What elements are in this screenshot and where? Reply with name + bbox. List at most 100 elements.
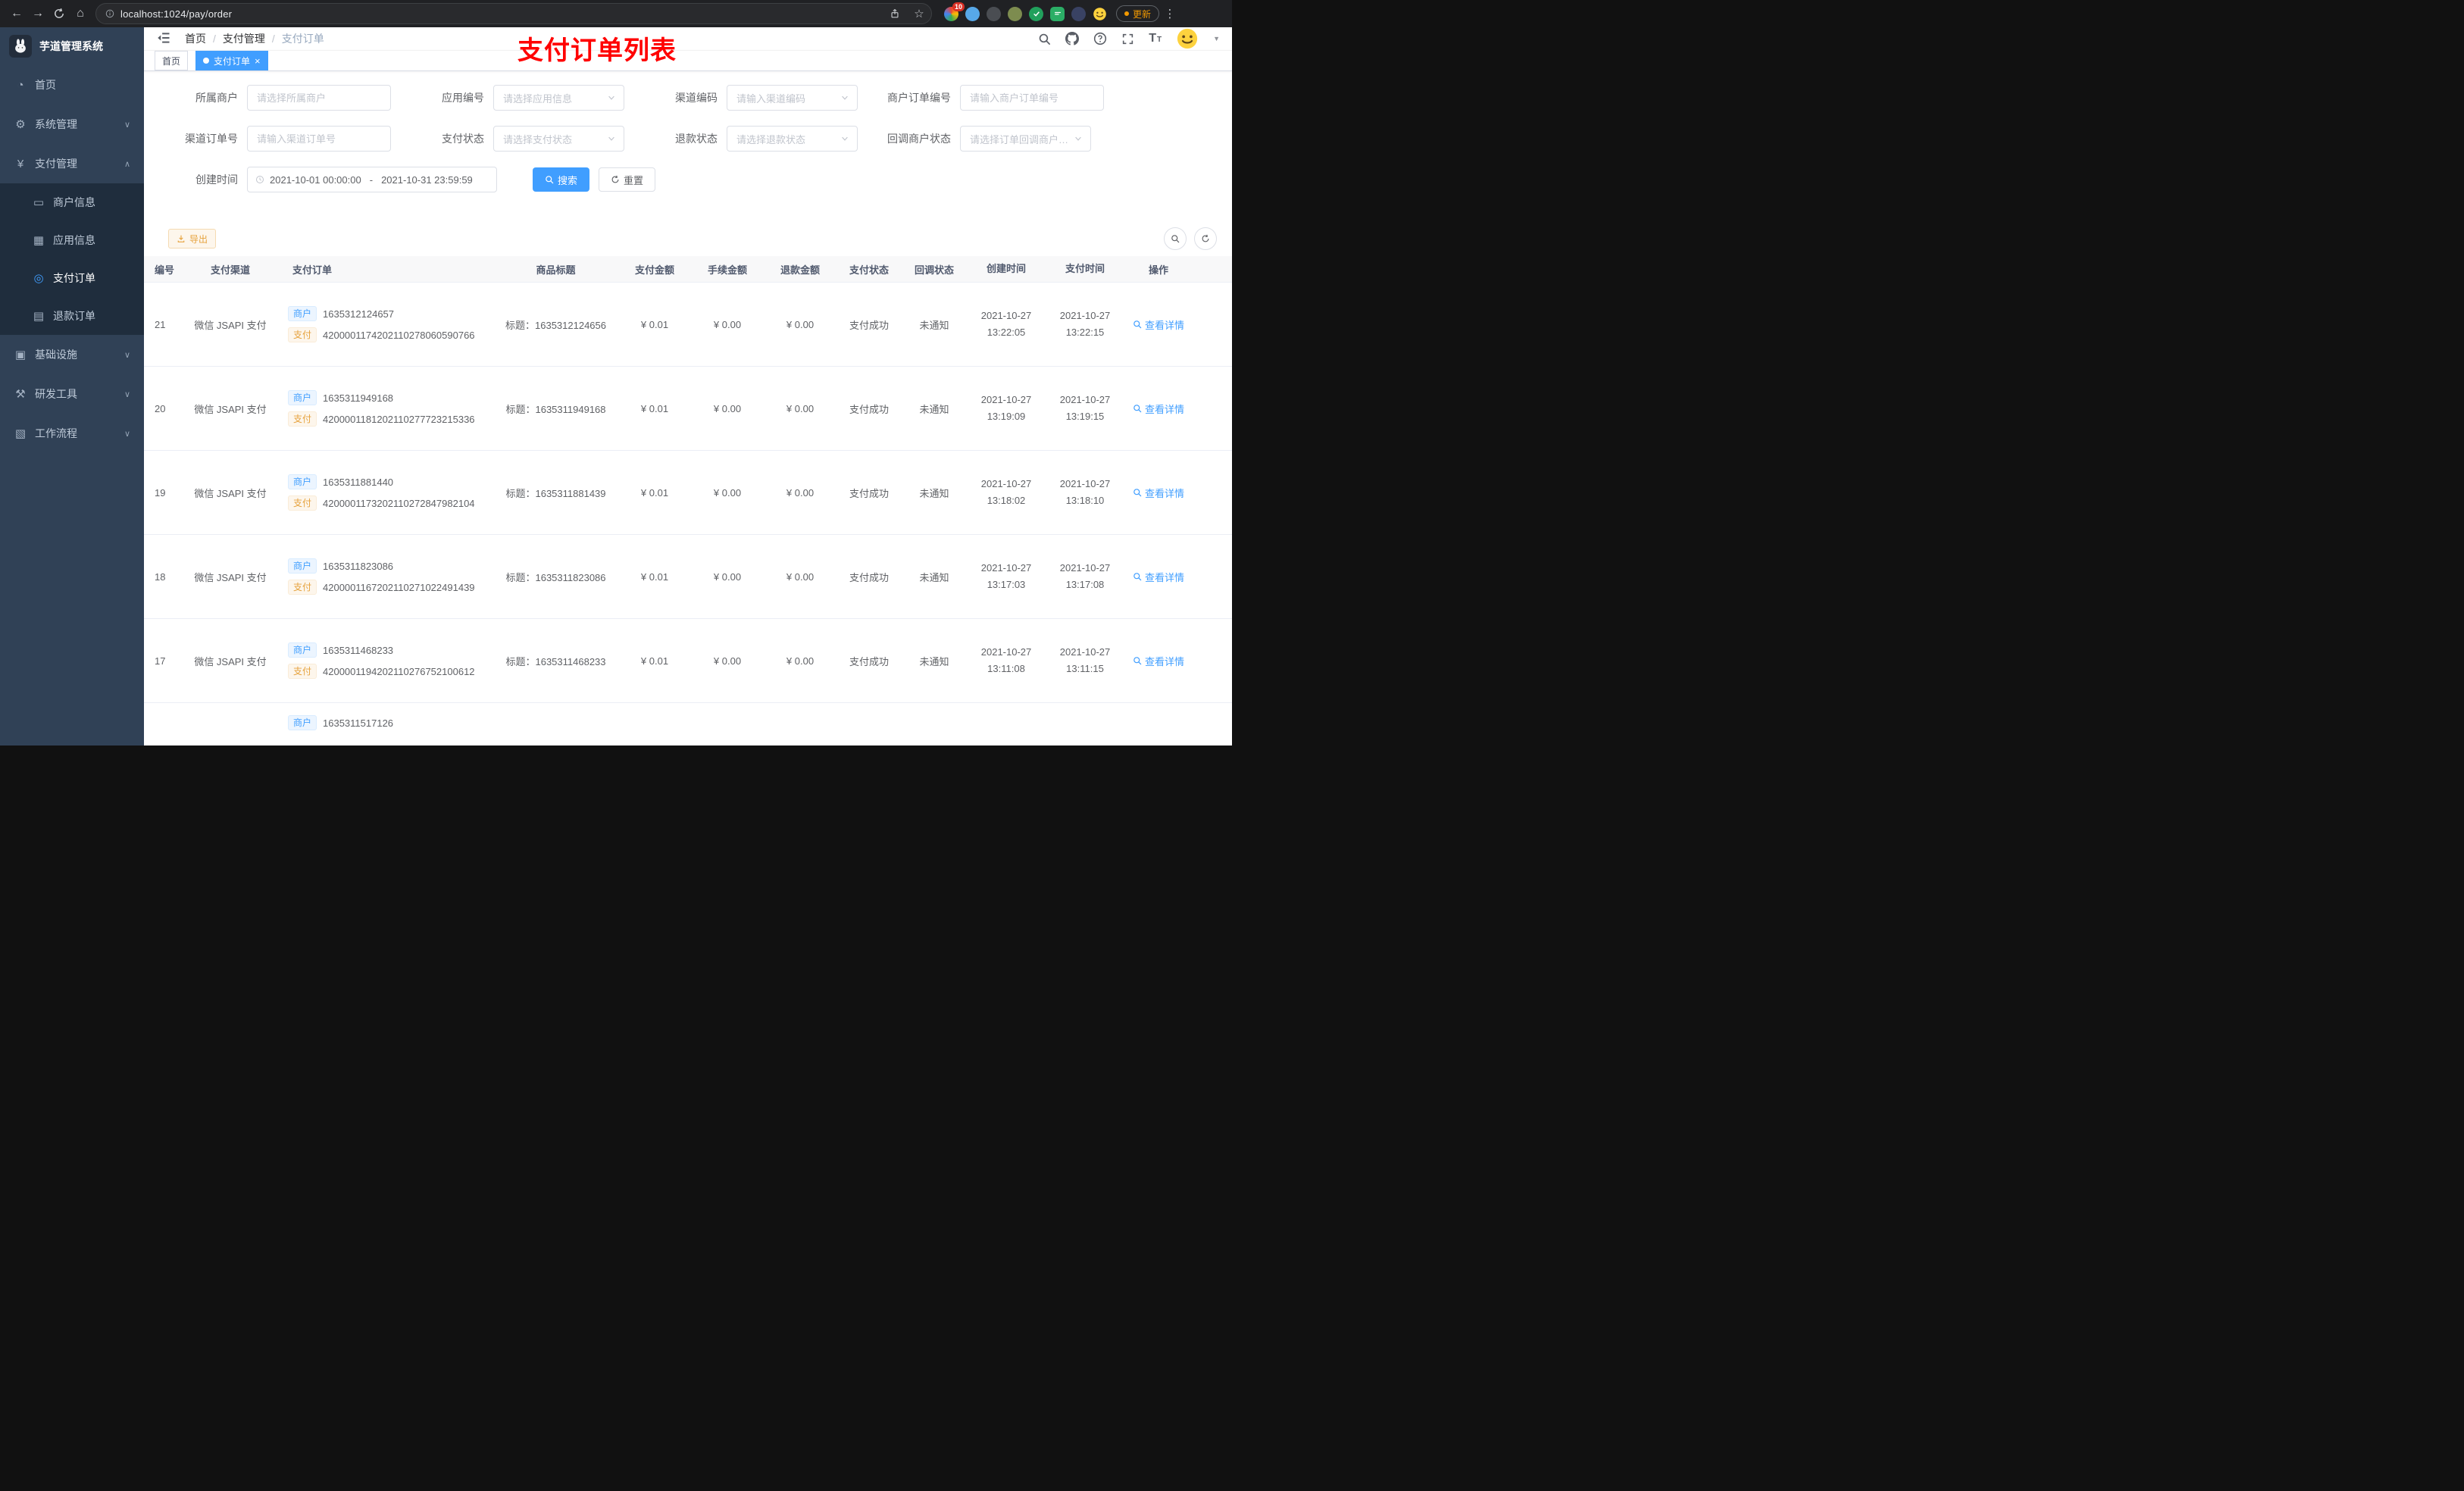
merchant-order-no-input[interactable]: [960, 85, 1104, 111]
extension-chat-icon[interactable]: [1050, 6, 1065, 21]
create-time-range-picker[interactable]: 2021-10-01 00:00:00 - 2021-10-31 23:59:5…: [247, 167, 497, 192]
chevron-down-icon: ∨: [124, 120, 130, 130]
pay-order-cell: 商户 1635312124657 支付 42000011742021102780…: [277, 283, 493, 366]
forward-icon[interactable]: →: [27, 3, 48, 24]
fee-amount-cell: ¥ 0.00: [713, 486, 742, 499]
search-button[interactable]: 搜索: [533, 167, 590, 192]
app-title: 芋道管理系统: [39, 40, 103, 52]
sidebar-item-infrastructure[interactable]: ▣ 基础设施 ∨: [0, 335, 144, 374]
toggle-search-button[interactable]: [1164, 227, 1187, 250]
extension-pinwheel-icon[interactable]: 10: [944, 2, 965, 21]
tools-icon: ⚒: [15, 388, 26, 401]
extension-dark-icon[interactable]: [987, 6, 1001, 21]
merchant-input[interactable]: [247, 85, 391, 111]
sidebar-item-label: 应用信息: [53, 234, 95, 246]
refund-amount-cell: ¥ 0.00: [786, 655, 815, 667]
pay-amount-cell: ¥ 0.01: [640, 655, 669, 667]
view-detail-link[interactable]: 查看详情: [1133, 486, 1184, 500]
merchant-order-no: 1635312124657: [323, 308, 395, 320]
reload-icon[interactable]: [48, 3, 70, 24]
header-search-icon[interactable]: [1038, 33, 1051, 45]
table-header-row: 编号 支付渠道 支付订单 商品标题 支付金额 手续金额 退款金额 支付状态 回调状态 创建时间 支付…: [144, 256, 1232, 283]
view-detail-link[interactable]: 查看详情: [1133, 570, 1184, 584]
filter-label: 渠道订单号: [185, 133, 238, 145]
annotation-title: 支付订单列表: [518, 36, 677, 65]
breadcrumb-home[interactable]: 首页: [185, 31, 206, 46]
pay-amount-cell: ¥ 0.01: [640, 402, 669, 414]
sidebar-item-workflow[interactable]: ▧ 工作流程 ∨: [0, 414, 144, 453]
sidebar-item-label: 基础设施: [35, 349, 77, 361]
user-avatar[interactable]: [1176, 27, 1199, 50]
refund-amount-cell: ¥ 0.00: [786, 402, 815, 414]
tab-pay-order[interactable]: 支付订单: [195, 51, 268, 70]
column-header: 支付金额: [634, 264, 674, 276]
merchant-order-no: 1635311881440: [323, 476, 394, 488]
sidebar-item-payment[interactable]: ¥ 支付管理 ∧: [0, 144, 144, 183]
pay-status-select[interactable]: 请选择支付状态: [493, 126, 624, 152]
sidebar-item-app-info[interactable]: ▦ 应用信息: [0, 221, 144, 259]
view-detail-icon: [1133, 320, 1142, 329]
address-bar[interactable]: localhost:1024/pay/order ☆: [95, 3, 932, 24]
channel-code-select[interactable]: 请输入渠道编码: [727, 85, 858, 111]
home-icon[interactable]: ⌂: [70, 3, 91, 24]
extension-puzzle-icon[interactable]: [1071, 6, 1086, 21]
update-dot-icon: [1124, 11, 1129, 16]
column-header: 支付状态: [849, 264, 889, 276]
site-info-icon[interactable]: [105, 9, 114, 18]
sidebar-item-label: 首页: [35, 79, 56, 91]
page-header: 首页 / 支付管理 / 支付订单 支付订单列表 ▼: [144, 27, 1232, 65]
view-detail-link[interactable]: 查看详情: [1133, 654, 1184, 668]
channel-order-no-input[interactable]: [247, 126, 391, 152]
filter-label: 支付状态: [442, 133, 484, 145]
notify-status-select[interactable]: 请选择订单回调商户状态: [960, 126, 1091, 152]
sidebar-item-home[interactable]: ◔ 首页: [0, 65, 144, 105]
share-icon[interactable]: [886, 5, 904, 23]
filter-label: 退款状态: [675, 133, 718, 145]
channel-pay-no: 4200001167202110271022491439: [323, 581, 475, 593]
sidebar-item-label: 支付管理: [35, 158, 77, 170]
extension-avatar-icon[interactable]: [1093, 7, 1107, 21]
view-detail-icon: [1133, 488, 1142, 497]
sidebar-item-label: 商户信息: [53, 196, 95, 208]
sidebar-item-label: 支付订单: [53, 272, 95, 284]
close-tab-icon[interactable]: [255, 56, 261, 66]
font-size-icon[interactable]: [1149, 33, 1162, 45]
bookmark-star-icon[interactable]: ☆: [910, 5, 928, 23]
logo-avatar: [9, 35, 32, 58]
pay-tag: 支付: [288, 411, 317, 427]
chevron-up-icon: ∧: [124, 159, 130, 169]
column-header: 创建时间: [986, 262, 1026, 274]
merchant-tag: 商户: [288, 390, 317, 405]
tab-home[interactable]: 首页: [155, 51, 189, 70]
workflow-icon: ▧: [14, 427, 27, 440]
fullscreen-icon[interactable]: [1121, 33, 1134, 45]
export-button[interactable]: 导出: [168, 229, 217, 248]
back-icon[interactable]: ←: [6, 3, 27, 24]
help-icon[interactable]: [1093, 32, 1107, 45]
order-id-cell: 20: [155, 402, 166, 414]
create-time-cell: 2021-10-27 13:18:02: [980, 477, 1032, 506]
sidebar-item-refund-order[interactable]: ▤ 退款订单: [0, 297, 144, 335]
github-icon[interactable]: [1065, 32, 1079, 45]
extension-blue-icon[interactable]: [965, 6, 980, 21]
sidebar-item-pay-order[interactable]: ◎ 支付订单: [0, 259, 144, 297]
sidebar-item-system[interactable]: ⚙ 系统管理 ∨: [0, 105, 144, 144]
view-detail-link[interactable]: 查看详情: [1133, 402, 1184, 416]
sidebar-item-merchant-info[interactable]: ▭ 商户信息: [0, 183, 144, 221]
browser-update-button[interactable]: 更新: [1116, 5, 1160, 22]
table-row: 19 微信 JSAPI 支付 商户 1635311881440 支付 42000…: [144, 451, 1232, 535]
pay-order-cell: 商户 1635311823086 支付 42000011672021102710…: [277, 535, 493, 618]
extension-olive-icon[interactable]: [1008, 6, 1022, 21]
pay-status-cell: 支付成功: [849, 403, 889, 415]
merchant-tag: 商户: [288, 474, 317, 489]
reset-button[interactable]: 重置: [599, 167, 656, 192]
user-menu-caret-icon[interactable]: ▼: [1213, 35, 1220, 42]
refund-status-select[interactable]: 请选择退款状态: [727, 126, 858, 152]
extension-check-icon[interactable]: [1029, 6, 1043, 21]
browser-menu-icon[interactable]: ⋮: [1159, 3, 1180, 24]
app-id-select[interactable]: 请选择应用信息: [493, 85, 624, 111]
collapse-sidebar-icon[interactable]: [156, 30, 173, 47]
sidebar-item-dev-tools[interactable]: ⚒ 研发工具 ∨: [0, 374, 144, 414]
refresh-list-button[interactable]: [1194, 227, 1217, 250]
view-detail-link[interactable]: 查看详情: [1133, 317, 1184, 332]
